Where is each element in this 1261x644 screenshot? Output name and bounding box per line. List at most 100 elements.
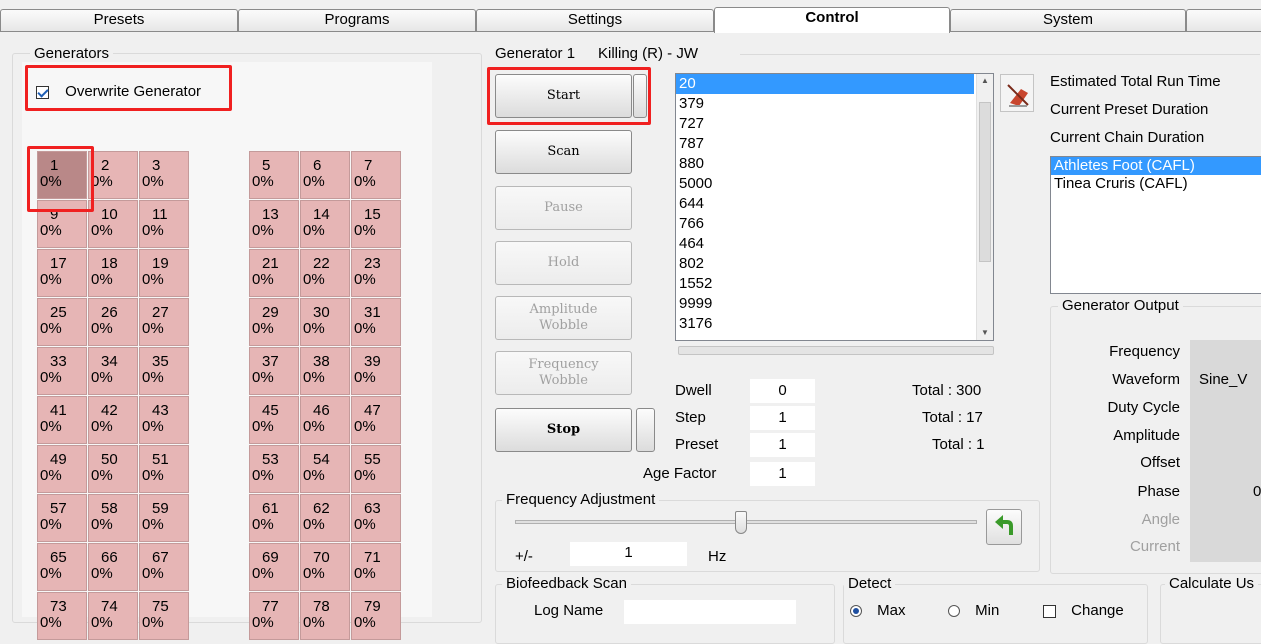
generator-cell[interactable]: 59 0% bbox=[139, 494, 189, 542]
generator-cell[interactable]: 11 0% bbox=[139, 200, 189, 248]
generator-cell[interactable]: 15 0% bbox=[351, 200, 401, 248]
reset-frequency-button[interactable] bbox=[986, 509, 1022, 545]
generator-cell[interactable]: 38 0% bbox=[300, 347, 350, 395]
start-button[interactable]: Start bbox=[495, 74, 632, 118]
generator-cell[interactable]: 79 0% bbox=[351, 592, 401, 640]
generator-cell[interactable]: 19 0% bbox=[139, 249, 189, 297]
scroll-down-icon[interactable]: ▼ bbox=[977, 326, 993, 340]
generator-cell[interactable]: 57 0% bbox=[37, 494, 87, 542]
frequency-list-scrollbar[interactable]: ▲ ▼ bbox=[976, 74, 993, 340]
generator-cell[interactable]: 75 0% bbox=[139, 592, 189, 640]
checkbox-icon[interactable] bbox=[1043, 604, 1056, 618]
generator-cell[interactable]: 78 0% bbox=[300, 592, 350, 640]
frequency-item[interactable]: 787 bbox=[676, 134, 974, 154]
generator-cell[interactable]: 62 0% bbox=[300, 494, 350, 542]
frequency-item[interactable]: 9999 bbox=[676, 294, 974, 314]
generator-cell[interactable]: 1 0% bbox=[37, 151, 87, 199]
generator-cell[interactable]: 9 0% bbox=[37, 200, 87, 248]
frequency-item[interactable]: 766 bbox=[676, 214, 974, 234]
generator-cell[interactable]: 5 0% bbox=[249, 151, 299, 199]
frequency-wobble-button[interactable]: Frequency Wobble bbox=[495, 351, 632, 395]
generator-cell[interactable]: 10 0% bbox=[88, 200, 138, 248]
generator-cell[interactable]: 22 0% bbox=[300, 249, 350, 297]
generator-cell[interactable]: 73 0% bbox=[37, 592, 87, 640]
generator-cell[interactable]: 49 0% bbox=[37, 445, 87, 493]
generator-cell[interactable]: 39 0% bbox=[351, 347, 401, 395]
scan-button[interactable]: Scan bbox=[495, 130, 632, 174]
frequency-list[interactable]: 20 379 727 787 880 5000 644 766 464 802 1552 9999 31… bbox=[675, 73, 994, 341]
frequency-list-hscroll[interactable] bbox=[678, 346, 994, 355]
generator-cell[interactable]: 31 0% bbox=[351, 298, 401, 346]
frequency-item[interactable]: 464 bbox=[676, 234, 974, 254]
stop-side-button[interactable] bbox=[636, 408, 655, 452]
generator-cell[interactable]: 46 0% bbox=[300, 396, 350, 444]
frequency-item[interactable]: 20 bbox=[676, 74, 974, 94]
frequency-item[interactable]: 379 bbox=[676, 94, 974, 114]
generator-cell[interactable]: 27 0% bbox=[139, 298, 189, 346]
frequency-item[interactable]: 802 bbox=[676, 254, 974, 274]
generator-cell[interactable]: 58 0% bbox=[88, 494, 138, 542]
hold-button[interactable]: Hold bbox=[495, 241, 632, 285]
generator-cell[interactable]: 53 0% bbox=[249, 445, 299, 493]
frequency-item[interactable]: 727 bbox=[676, 114, 974, 134]
generator-cell[interactable]: 17 0% bbox=[37, 249, 87, 297]
scroll-up-icon[interactable]: ▲ bbox=[977, 74, 993, 88]
tab-settings[interactable]: Settings bbox=[476, 9, 714, 32]
generator-cell[interactable]: 14 0% bbox=[300, 200, 350, 248]
stop-button[interactable]: Stop bbox=[495, 408, 632, 452]
tab-control[interactable]: Control bbox=[714, 7, 950, 33]
generator-cell[interactable]: 61 0% bbox=[249, 494, 299, 542]
generator-cell[interactable]: 7 0% bbox=[351, 151, 401, 199]
detect-min-option[interactable]: Min bbox=[948, 602, 999, 619]
checkbox-icon[interactable] bbox=[36, 85, 49, 99]
generator-cell[interactable]: 18 0% bbox=[88, 249, 138, 297]
frequency-slider-thumb[interactable] bbox=[735, 511, 748, 534]
generator-cell[interactable]: 3 0% bbox=[139, 151, 189, 199]
amplitude-wobble-button[interactable]: Amplitude Wobble bbox=[495, 296, 632, 340]
generator-cell[interactable]: 77 0% bbox=[249, 592, 299, 640]
start-side-button[interactable] bbox=[633, 74, 647, 118]
generator-cell[interactable]: 67 0% bbox=[139, 543, 189, 591]
detect-change-option[interactable]: Change bbox=[1043, 602, 1124, 619]
radio-icon[interactable] bbox=[948, 605, 960, 618]
detect-max-option[interactable]: Max bbox=[850, 602, 906, 619]
frequency-adjust-input[interactable]: 1 bbox=[570, 542, 687, 566]
generator-cell[interactable]: 55 0% bbox=[351, 445, 401, 493]
generator-cell[interactable]: 63 0% bbox=[351, 494, 401, 542]
frequency-item[interactable]: 880 bbox=[676, 154, 974, 174]
chain-item[interactable]: Tinea Cruris (CAFL) bbox=[1051, 175, 1261, 193]
generator-cell[interactable]: 13 0% bbox=[249, 200, 299, 248]
tab-system[interactable]: System bbox=[950, 9, 1186, 32]
frequency-item[interactable]: 3176 bbox=[676, 314, 974, 334]
clear-chain-button[interactable] bbox=[1000, 74, 1034, 112]
tab-next[interactable] bbox=[1186, 9, 1261, 32]
generator-cell[interactable]: 2 0% bbox=[88, 151, 138, 199]
generator-cell[interactable]: 41 0% bbox=[37, 396, 87, 444]
scroll-thumb[interactable] bbox=[979, 102, 991, 262]
tab-presets[interactable]: Presets bbox=[0, 9, 238, 32]
frequency-item[interactable]: 1552 bbox=[676, 274, 974, 294]
generator-cell[interactable]: 74 0% bbox=[88, 592, 138, 640]
generator-cell[interactable]: 50 0% bbox=[88, 445, 138, 493]
chain-item[interactable]: Athletes Foot (CAFL) bbox=[1051, 157, 1261, 175]
generator-cell[interactable]: 33 0% bbox=[37, 347, 87, 395]
generator-cell[interactable]: 65 0% bbox=[37, 543, 87, 591]
generator-cell[interactable]: 30 0% bbox=[300, 298, 350, 346]
generator-cell[interactable]: 34 0% bbox=[88, 347, 138, 395]
frequency-item[interactable]: 5000 bbox=[676, 174, 974, 194]
generator-cell[interactable]: 37 0% bbox=[249, 347, 299, 395]
generator-cell[interactable]: 6 0% bbox=[300, 151, 350, 199]
generator-cell[interactable]: 45 0% bbox=[249, 396, 299, 444]
tab-programs[interactable]: Programs bbox=[238, 9, 476, 32]
generator-cell[interactable]: 21 0% bbox=[249, 249, 299, 297]
log-name-input[interactable] bbox=[624, 600, 796, 624]
generator-cell[interactable]: 42 0% bbox=[88, 396, 138, 444]
radio-icon[interactable] bbox=[850, 605, 862, 618]
generator-cell[interactable]: 29 0% bbox=[249, 298, 299, 346]
generator-cell[interactable]: 54 0% bbox=[300, 445, 350, 493]
generator-cell[interactable]: 47 0% bbox=[351, 396, 401, 444]
generator-cell[interactable]: 35 0% bbox=[139, 347, 189, 395]
frequency-item[interactable]: 644 bbox=[676, 194, 974, 214]
generator-cell[interactable]: 43 0% bbox=[139, 396, 189, 444]
generator-cell[interactable]: 69 0% bbox=[249, 543, 299, 591]
